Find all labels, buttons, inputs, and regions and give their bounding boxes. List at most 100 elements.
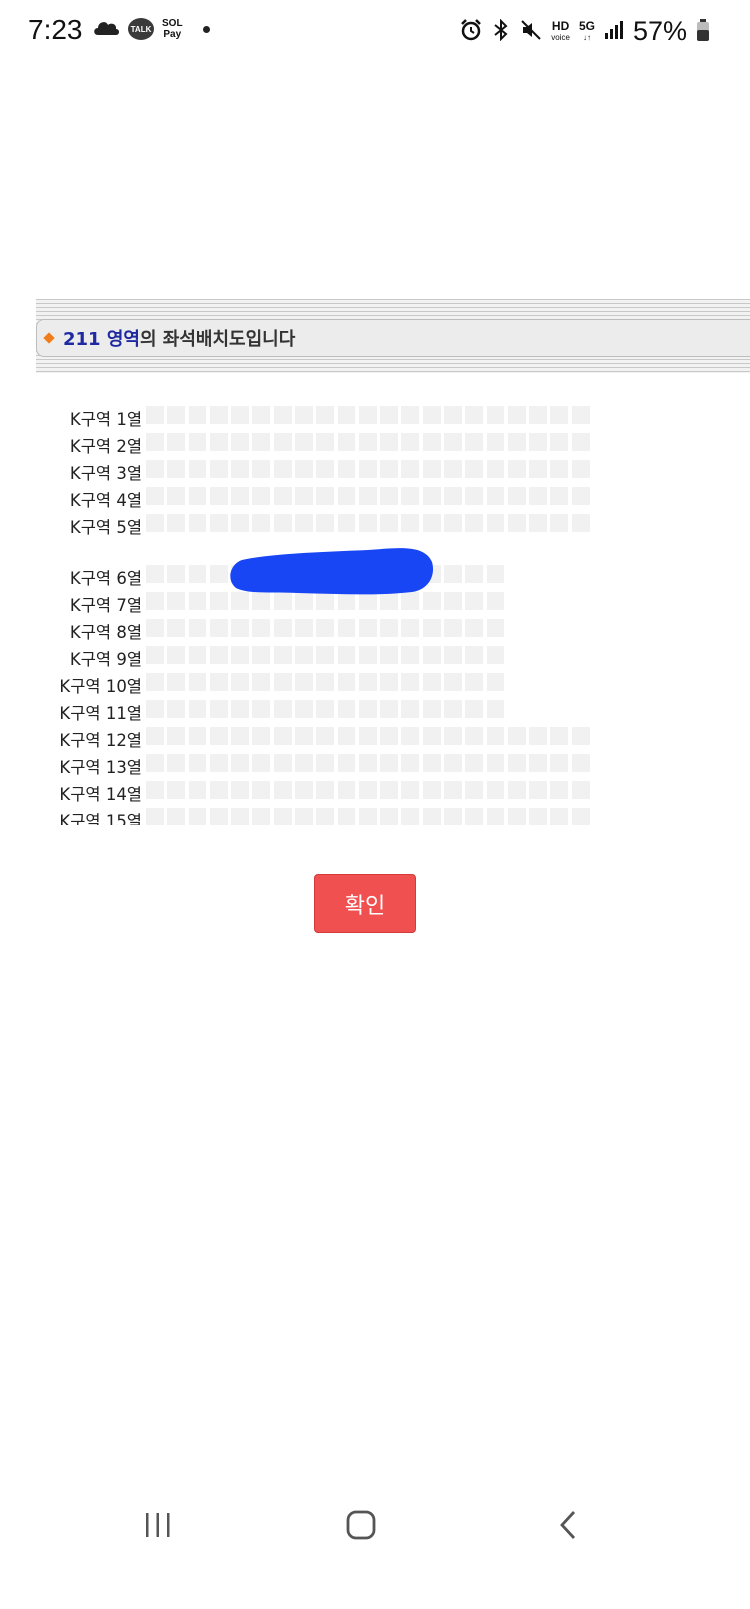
seat[interactable]: [252, 754, 271, 772]
seat[interactable]: [337, 406, 356, 424]
seat[interactable]: [294, 700, 313, 718]
seat[interactable]: [209, 592, 228, 610]
seat[interactable]: [167, 808, 186, 825]
seat[interactable]: [316, 700, 335, 718]
seat[interactable]: [252, 808, 271, 825]
seat[interactable]: [188, 700, 207, 718]
seat[interactable]: [167, 460, 186, 478]
seat[interactable]: [529, 487, 547, 505]
seat[interactable]: [401, 460, 420, 478]
seat[interactable]: [273, 646, 292, 664]
seat[interactable]: [316, 514, 335, 532]
seat[interactable]: [571, 406, 590, 424]
seat[interactable]: [380, 487, 398, 505]
seat[interactable]: [401, 754, 420, 772]
seat[interactable]: [401, 673, 420, 691]
seat[interactable]: [550, 406, 569, 424]
seat[interactable]: [380, 619, 398, 637]
seat[interactable]: [209, 619, 228, 637]
seat[interactable]: [146, 700, 164, 718]
seat[interactable]: [422, 646, 441, 664]
seat[interactable]: [167, 673, 186, 691]
seat[interactable]: [231, 808, 250, 825]
seat[interactable]: [401, 406, 420, 424]
seat[interactable]: [294, 673, 313, 691]
seat[interactable]: [273, 673, 292, 691]
seat[interactable]: [316, 673, 335, 691]
seat[interactable]: [465, 808, 484, 825]
seat[interactable]: [146, 781, 164, 799]
seat[interactable]: [337, 700, 356, 718]
seat[interactable]: [422, 460, 441, 478]
seat[interactable]: [188, 565, 207, 583]
seat[interactable]: [486, 460, 505, 478]
seat[interactable]: [380, 514, 398, 532]
seat[interactable]: [209, 514, 228, 532]
seat[interactable]: [422, 808, 441, 825]
seat[interactable]: [167, 754, 186, 772]
seat[interactable]: [443, 592, 462, 610]
seat[interactable]: [252, 487, 271, 505]
seat[interactable]: [571, 460, 590, 478]
seat[interactable]: [316, 406, 335, 424]
seat[interactable]: [486, 727, 505, 745]
seat[interactable]: [443, 727, 462, 745]
seat[interactable]: [571, 514, 590, 532]
seat[interactable]: [358, 646, 377, 664]
seat[interactable]: [443, 460, 462, 478]
seat[interactable]: [465, 406, 484, 424]
seat[interactable]: [188, 673, 207, 691]
seat[interactable]: [294, 808, 313, 825]
seat[interactable]: [252, 727, 271, 745]
seat[interactable]: [273, 460, 292, 478]
seat[interactable]: [337, 460, 356, 478]
seat[interactable]: [252, 460, 271, 478]
seat[interactable]: [167, 406, 186, 424]
seat[interactable]: [188, 781, 207, 799]
seat[interactable]: [380, 646, 398, 664]
confirm-button[interactable]: 확인: [314, 874, 416, 933]
seat[interactable]: [486, 646, 505, 664]
seat[interactable]: [529, 514, 547, 532]
seat[interactable]: [401, 433, 420, 451]
seat[interactable]: [443, 619, 462, 637]
seat[interactable]: [507, 808, 526, 825]
seat[interactable]: [252, 700, 271, 718]
seat[interactable]: [358, 808, 377, 825]
seat[interactable]: [146, 487, 164, 505]
seat[interactable]: [231, 700, 250, 718]
seat[interactable]: [465, 781, 484, 799]
seat[interactable]: [231, 781, 250, 799]
seat[interactable]: [337, 433, 356, 451]
seat[interactable]: [209, 700, 228, 718]
seat[interactable]: [401, 781, 420, 799]
seat[interactable]: [209, 754, 228, 772]
seat[interactable]: [443, 646, 462, 664]
seat[interactable]: [380, 754, 398, 772]
seat[interactable]: [209, 565, 228, 583]
seat[interactable]: [422, 433, 441, 451]
seat[interactable]: [486, 406, 505, 424]
seat[interactable]: [337, 646, 356, 664]
seat[interactable]: [486, 592, 505, 610]
seat[interactable]: [273, 514, 292, 532]
seat[interactable]: [550, 781, 569, 799]
seat[interactable]: [146, 406, 164, 424]
seat[interactable]: [358, 727, 377, 745]
seat[interactable]: [401, 487, 420, 505]
seat[interactable]: [231, 673, 250, 691]
seat[interactable]: [358, 406, 377, 424]
seat[interactable]: [294, 619, 313, 637]
seat[interactable]: [465, 487, 484, 505]
seat[interactable]: [209, 460, 228, 478]
seat[interactable]: [486, 700, 505, 718]
seat[interactable]: [316, 808, 335, 825]
seat[interactable]: [529, 781, 547, 799]
seat[interactable]: [422, 406, 441, 424]
seat[interactable]: [380, 673, 398, 691]
seat[interactable]: [209, 646, 228, 664]
seat[interactable]: [209, 406, 228, 424]
seat[interactable]: [380, 406, 398, 424]
seat[interactable]: [146, 646, 164, 664]
seat[interactable]: [294, 460, 313, 478]
